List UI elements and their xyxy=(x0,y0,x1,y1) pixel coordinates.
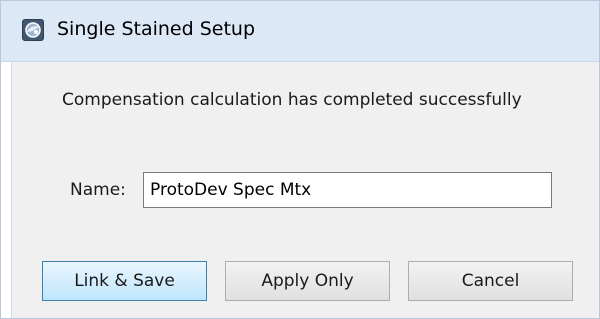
cancel-button[interactable]: Cancel xyxy=(408,261,573,301)
name-label: Name: xyxy=(70,180,126,200)
single-stained-setup-dialog: Single Stained Setup Compensation calcul… xyxy=(0,0,600,319)
link-and-save-button[interactable]: Link & Save xyxy=(42,261,207,301)
name-input[interactable] xyxy=(143,172,552,208)
app-icon[interactable] xyxy=(22,19,44,41)
apply-only-button[interactable]: Apply Only xyxy=(225,261,390,301)
title-bar[interactable]: Single Stained Setup xyxy=(1,1,599,62)
window-title: Single Stained Setup xyxy=(57,18,256,40)
dialog-content: Compensation calculation has completed s… xyxy=(11,62,599,318)
status-message: Compensation calculation has completed s… xyxy=(62,90,522,110)
